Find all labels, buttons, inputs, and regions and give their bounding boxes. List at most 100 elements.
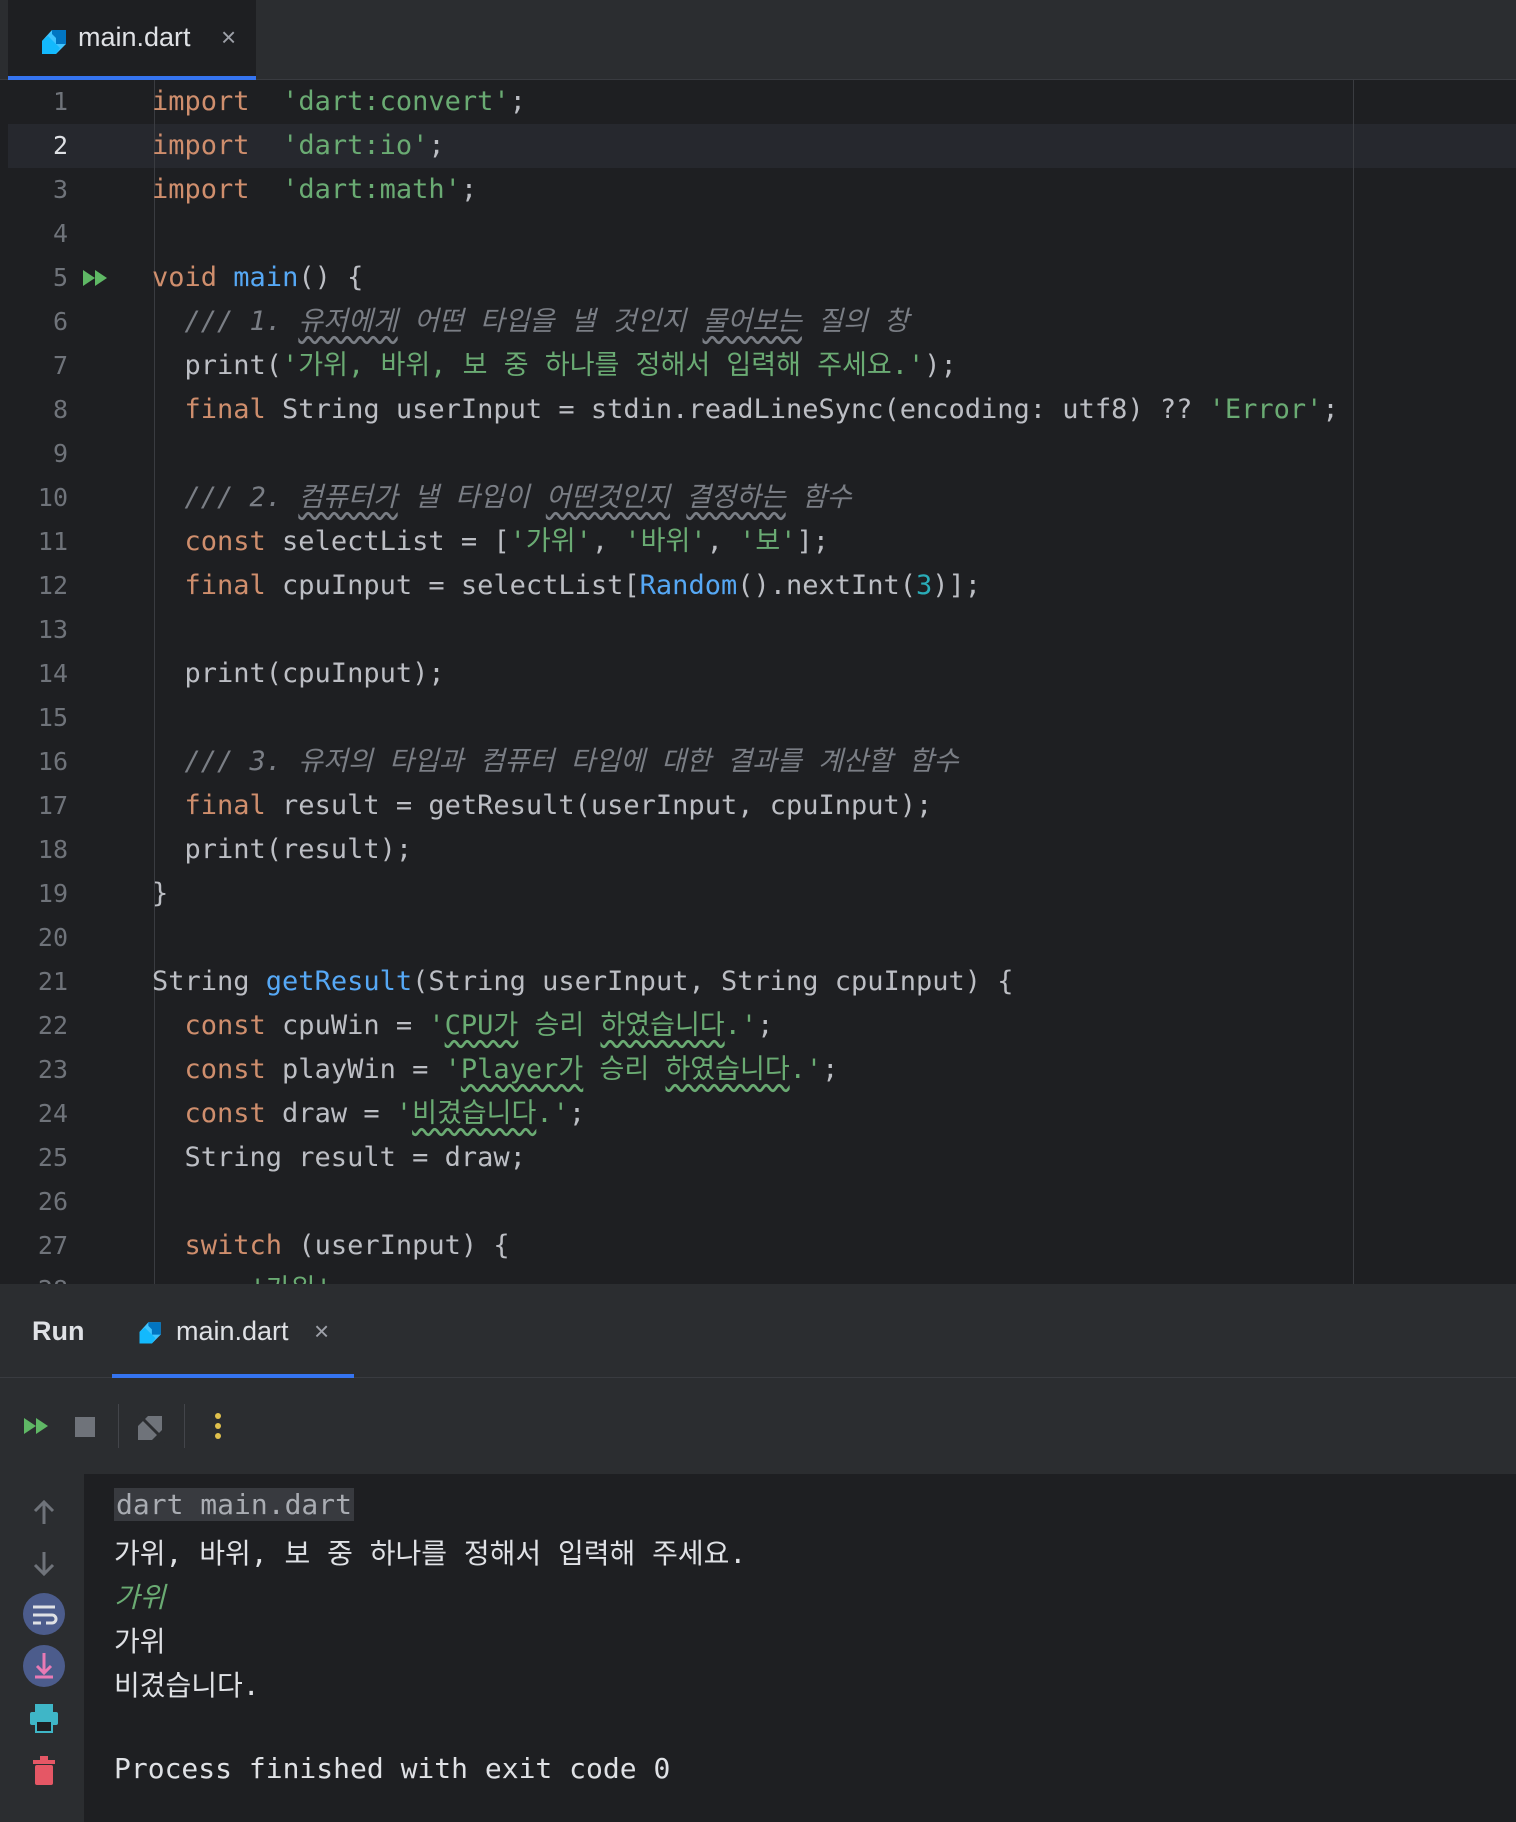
arrow-up-icon[interactable]: [22, 1490, 66, 1534]
toolbar-separator: [184, 1404, 185, 1448]
code-token: String: [152, 966, 266, 997]
console-exit-message: Process finished with exit code 0: [114, 1752, 671, 1785]
code-line: final String userInput = stdin.readLineS…: [152, 388, 1339, 432]
code-token: )];: [932, 570, 982, 601]
code-token: 'dart:math': [282, 174, 461, 205]
code-line: }: [152, 872, 168, 916]
more-vertical-icon[interactable]: [198, 1406, 238, 1446]
code-token: 어떤것인지: [545, 482, 671, 513]
code-token: import: [152, 174, 250, 205]
code-token: /// 1.: [184, 306, 299, 337]
code-token: ': [428, 1010, 445, 1041]
code-token: 낼 타입이: [397, 482, 546, 513]
code-token: final: [184, 790, 266, 821]
run-tab-label: main.dart: [176, 1316, 289, 1346]
soft-wrap-icon[interactable]: [22, 1592, 66, 1636]
dart-debug-icon[interactable]: [132, 1406, 172, 1446]
code-token: const: [184, 1010, 266, 1041]
close-icon[interactable]: ×: [221, 22, 236, 53]
code-token: .': [536, 1098, 569, 1129]
code-editor[interactable]: 1 2 3 4 5 6 7 8 9 10 11 12 13 14 15 16 17 18 19 20 21 22 23 24 2…: [8, 80, 1516, 1284]
line-number: 6: [52, 307, 68, 336]
console-output[interactable]: dart main.dart 가위, 바위, 보 중 하나를 정해서 입력해 주…: [84, 1474, 1516, 1822]
console-user-input: 가위: [114, 1581, 166, 1614]
line-number: 27: [37, 1231, 68, 1260]
run-panel-title: Run: [32, 1316, 85, 1346]
run-toolbar: [0, 1378, 1516, 1474]
code-line: String getResult(String userInput, Strin…: [152, 960, 1014, 1004]
line-number: 1: [52, 87, 68, 116]
print-icon[interactable]: [22, 1696, 66, 1740]
line-number: 26: [37, 1187, 68, 1216]
code-token: result = getResult(userInput, cpuInput);: [265, 790, 933, 821]
code-token: .': [789, 1054, 823, 1085]
code-token: import: [152, 86, 250, 117]
line-number: 10: [37, 483, 68, 512]
code-token: CPU가: [444, 1010, 519, 1041]
line-number: 8: [52, 395, 68, 424]
code-area[interactable]: import 'dart:convert'; import 'dart:io'; i…: [152, 80, 1516, 1284]
line-number: 22: [37, 1011, 68, 1040]
code-token: 'dart:io': [282, 130, 429, 161]
line-number: 11: [37, 527, 68, 556]
stop-icon[interactable]: [66, 1406, 106, 1446]
editor-tab-bar: main.dart ×: [0, 0, 1516, 80]
code-token: 질의 창: [801, 306, 909, 337]
run-tab-main-dart[interactable]: main.dart ×: [112, 1284, 354, 1378]
dart-logo-icon: [139, 1322, 161, 1344]
run-panel-tabs: Run main.dart ×: [0, 1284, 1516, 1378]
line-number: 15: [37, 703, 68, 732]
code-line: const cpuWin = 'CPU가 승리 하였습니다.';: [152, 1004, 774, 1048]
code-token: String userInput = stdin.readLineSync(en…: [265, 394, 1209, 425]
trash-icon[interactable]: [22, 1748, 66, 1792]
code-line: const draw = '비겼습니다.';: [152, 1092, 586, 1136]
code-token: const: [184, 1098, 266, 1129]
run-gutter-icon[interactable]: [81, 268, 111, 288]
close-icon[interactable]: ×: [314, 1316, 329, 1347]
code-line: import 'dart:math';: [152, 168, 477, 212]
code-token: () {: [298, 262, 364, 293]
code-token: const: [184, 526, 266, 557]
rerun-icon[interactable]: [20, 1406, 60, 1446]
code-token: 어떤 타입을 낼 것인지: [397, 306, 703, 337]
code-token: cpuInput = selectList[: [265, 570, 640, 601]
line-number: 13: [37, 615, 68, 644]
code-token: }: [152, 878, 169, 909]
code-token: ;: [428, 130, 445, 161]
line-number: 23: [37, 1055, 68, 1084]
editor-tab-main-dart[interactable]: main.dart ×: [8, 0, 256, 80]
line-number: 14: [37, 659, 68, 688]
code-token: ': [444, 1054, 461, 1085]
console-line: 가위: [114, 1625, 166, 1658]
code-token: ,: [591, 526, 625, 557]
code-token: 3: [916, 570, 933, 601]
line-number: 18: [37, 835, 68, 864]
arrow-down-icon[interactable]: [22, 1542, 66, 1586]
code-token: /// 2.: [184, 482, 299, 513]
code-token: print(result);: [152, 834, 413, 865]
line-number: 7: [52, 351, 68, 380]
code-token: );: [924, 350, 957, 381]
code-line: import 'dart:convert';: [152, 80, 526, 124]
code-token: 하였습니다: [600, 1010, 725, 1041]
code-token: '바위': [624, 526, 707, 557]
code-token: switch: [184, 1230, 283, 1261]
code-line: /// 2. 컴퓨터가 낼 타입이 어떤것인지 결정하는 함수: [152, 476, 852, 520]
code-line: import 'dart:io';: [152, 124, 445, 168]
code-token: Random: [639, 570, 738, 601]
scroll-to-end-icon[interactable]: [22, 1644, 66, 1688]
line-number: 28: [8, 1268, 68, 1284]
code-token: '가위': [250, 1274, 332, 1284]
code-token: cpuWin =: [265, 1010, 429, 1041]
code-token: 함수: [785, 482, 852, 513]
